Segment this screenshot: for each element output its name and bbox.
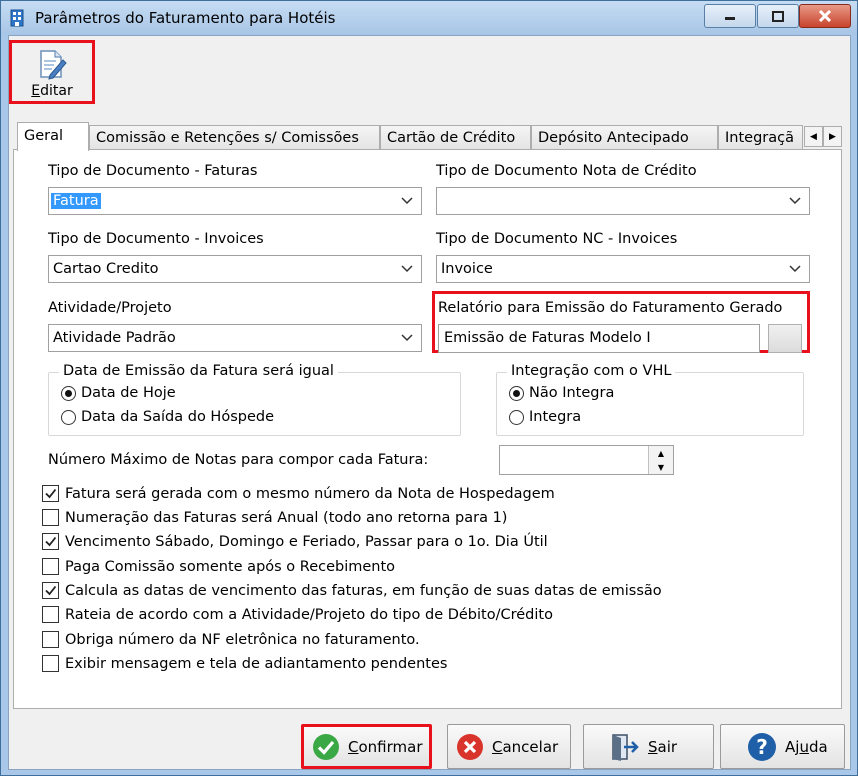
- tipo-doc-invoices-select[interactable]: Cartao Credito: [48, 255, 422, 283]
- checkbox-checked-icon: [42, 582, 59, 599]
- tipo-doc-faturas-select[interactable]: Fatura: [48, 187, 422, 215]
- tipo-doc-nota-credito-label: Tipo de Documento Nota de Crédito: [436, 163, 697, 179]
- help-label: Ajuda: [785, 737, 828, 756]
- toolbar: Editar: [9, 36, 850, 108]
- confirm-label: Confirmar: [348, 737, 423, 756]
- radio-data-saida-hospede[interactable]: Data da Saída do Hóspede: [61, 409, 274, 425]
- close-button[interactable]: [799, 4, 851, 28]
- confirm-button[interactable]: Confirmar: [301, 724, 432, 769]
- tab-geral[interactable]: Geral: [17, 122, 89, 151]
- arrow-right-icon: ▶: [829, 131, 836, 142]
- arrow-up-icon: ▲: [657, 448, 665, 458]
- chk-calcula-vencimento[interactable]: Calcula as datas de vencimento das fatur…: [42, 582, 662, 599]
- window-title: Parâmetros do Faturamento para Hotéis: [35, 9, 336, 27]
- spinner-buttons: ▲ ▼: [648, 446, 673, 474]
- tab-integracao[interactable]: Integraçã: [718, 125, 803, 149]
- radio-data-hoje[interactable]: Data de Hoje: [61, 385, 176, 401]
- atividade-projeto-label: Atividade/Projeto: [48, 300, 172, 316]
- exit-label: Sair: [648, 737, 678, 756]
- arrow-left-icon: ◀: [810, 131, 817, 142]
- chk-paga-comissao-recebimento[interactable]: Paga Comissão somente após o Recebimento: [42, 558, 395, 575]
- radio-nao-integra[interactable]: Não Integra: [509, 385, 614, 401]
- relatorio-input[interactable]: Emissão de Faturas Modelo I: [438, 324, 760, 353]
- relatorio-browse-button[interactable]: [768, 324, 802, 353]
- chevron-down-icon: [401, 334, 413, 342]
- tab-comissao[interactable]: Comissão e Retenções s/ Comissões: [89, 125, 380, 149]
- checkbox-checked-icon: [42, 533, 59, 550]
- data-emissao-caption: Data de Emissão da Fatura será igual: [59, 363, 338, 379]
- cancel-button[interactable]: Cancelar: [447, 724, 571, 769]
- checkbox-unchecked-icon: [42, 558, 59, 575]
- chk-obriga-nf-eletronica[interactable]: Obriga número da NF eletrônica no fatura…: [42, 631, 420, 648]
- tab-deposito-antecipado[interactable]: Depósito Antecipado: [531, 125, 718, 149]
- maximize-icon: [772, 10, 784, 22]
- svg-text:?: ?: [756, 735, 768, 759]
- relatorio-value: Emissão de Faturas Modelo I: [444, 330, 651, 346]
- chk-vencimento-dia-util[interactable]: Vencimento Sábado, Domingo e Feriado, Pa…: [42, 533, 548, 550]
- close-icon: [818, 10, 832, 22]
- chevron-down-icon: [401, 197, 413, 205]
- building-icon: [10, 9, 24, 27]
- tab-scroll-right-button[interactable]: ▶: [823, 126, 842, 147]
- help-circle-icon: ?: [748, 732, 776, 761]
- checkbox-unchecked-icon: [42, 606, 59, 623]
- edit-document-icon: [40, 50, 67, 80]
- max-notas-spinner[interactable]: ▲ ▼: [499, 445, 674, 475]
- edit-label: Editar: [31, 83, 73, 99]
- checkbox-checked-icon: [42, 485, 59, 502]
- tipo-doc-faturas-value: Fatura: [51, 193, 101, 209]
- tipo-doc-nc-invoices-select[interactable]: Invoice: [436, 255, 810, 283]
- arrow-down-icon: ▼: [657, 462, 665, 472]
- spin-up-button[interactable]: ▲: [649, 446, 673, 461]
- chevron-down-icon: [789, 265, 801, 273]
- tipo-doc-invoices-label: Tipo de Documento - Invoices: [48, 231, 264, 247]
- integracao-vhl-group: Integração com o VHL Não Integra Integra: [496, 363, 804, 436]
- radio-unselected-icon: [61, 409, 76, 425]
- spin-down-button[interactable]: ▼: [649, 460, 673, 474]
- dialog-body: Editar Geral Comissão e Retenções s/ Com…: [8, 35, 851, 770]
- maximize-button[interactable]: [757, 4, 799, 28]
- tab-panel-geral: Tipo de Documento - Faturas Fatura Tipo …: [13, 149, 842, 709]
- tipo-doc-nota-credito-select[interactable]: [436, 187, 810, 215]
- tab-scroll-left-button[interactable]: ◀: [804, 126, 823, 147]
- chevron-down-icon: [401, 265, 413, 273]
- chevron-down-icon: [789, 197, 801, 205]
- data-emissao-group: Data de Emissão da Fatura será igual Dat…: [48, 363, 461, 436]
- check-circle-icon: [313, 733, 339, 760]
- minimize-button[interactable]: [704, 4, 756, 28]
- chk-mesmo-numero-nota[interactable]: Fatura será gerada com o mesmo número da…: [42, 485, 555, 502]
- checkbox-unchecked-icon: [42, 655, 59, 672]
- radio-unselected-icon: [509, 409, 524, 425]
- radio-selected-icon: [61, 385, 76, 401]
- radio-selected-icon: [509, 385, 524, 401]
- chk-numeracao-anual[interactable]: Numeração das Faturas será Anual (todo a…: [42, 509, 507, 526]
- max-notas-label: Número Máximo de Notas para compor cada …: [48, 452, 429, 468]
- tab-cartao-credito[interactable]: Cartão de Crédito: [380, 125, 531, 149]
- application-window: Parâmetros do Faturamento para Hotéis Ed…: [0, 0, 858, 776]
- tipo-doc-invoices-value: Cartao Credito: [53, 261, 159, 277]
- checkbox-unchecked-icon: [42, 631, 59, 648]
- chk-exibir-adiantamento[interactable]: Exibir mensagem e tela de adiantamento p…: [42, 655, 447, 672]
- exit-door-icon: [612, 733, 639, 761]
- edit-button[interactable]: Editar: [9, 40, 95, 104]
- atividade-projeto-select[interactable]: Atividade Padrão: [48, 324, 422, 352]
- tipo-doc-nc-invoices-label: Tipo de Documento NC - Invoices: [436, 231, 678, 247]
- tipo-doc-nc-invoices-value: Invoice: [441, 261, 493, 277]
- help-button[interactable]: ? Ajuda: [720, 724, 845, 769]
- checkbox-unchecked-icon: [42, 509, 59, 526]
- cancel-label: Cancelar: [492, 737, 559, 756]
- radio-integra[interactable]: Integra: [509, 409, 581, 425]
- relatorio-label: Relatório para Emissão do Faturamento Ge…: [438, 300, 783, 316]
- title-bar[interactable]: Parâmetros do Faturamento para Hotéis: [1, 1, 857, 35]
- chk-rateia-atividade[interactable]: Rateia de acordo com a Atividade/Projeto…: [42, 606, 553, 623]
- cancel-circle-icon: [457, 733, 483, 760]
- atividade-projeto-value: Atividade Padrão: [53, 330, 176, 346]
- tab-strip: Geral Comissão e Retenções s/ Comissões …: [13, 122, 847, 151]
- exit-button[interactable]: Sair: [583, 724, 714, 769]
- tipo-doc-faturas-label: Tipo de Documento - Faturas: [48, 163, 258, 179]
- minimize-icon: [725, 17, 735, 20]
- integracao-vhl-caption: Integração com o VHL: [507, 363, 676, 379]
